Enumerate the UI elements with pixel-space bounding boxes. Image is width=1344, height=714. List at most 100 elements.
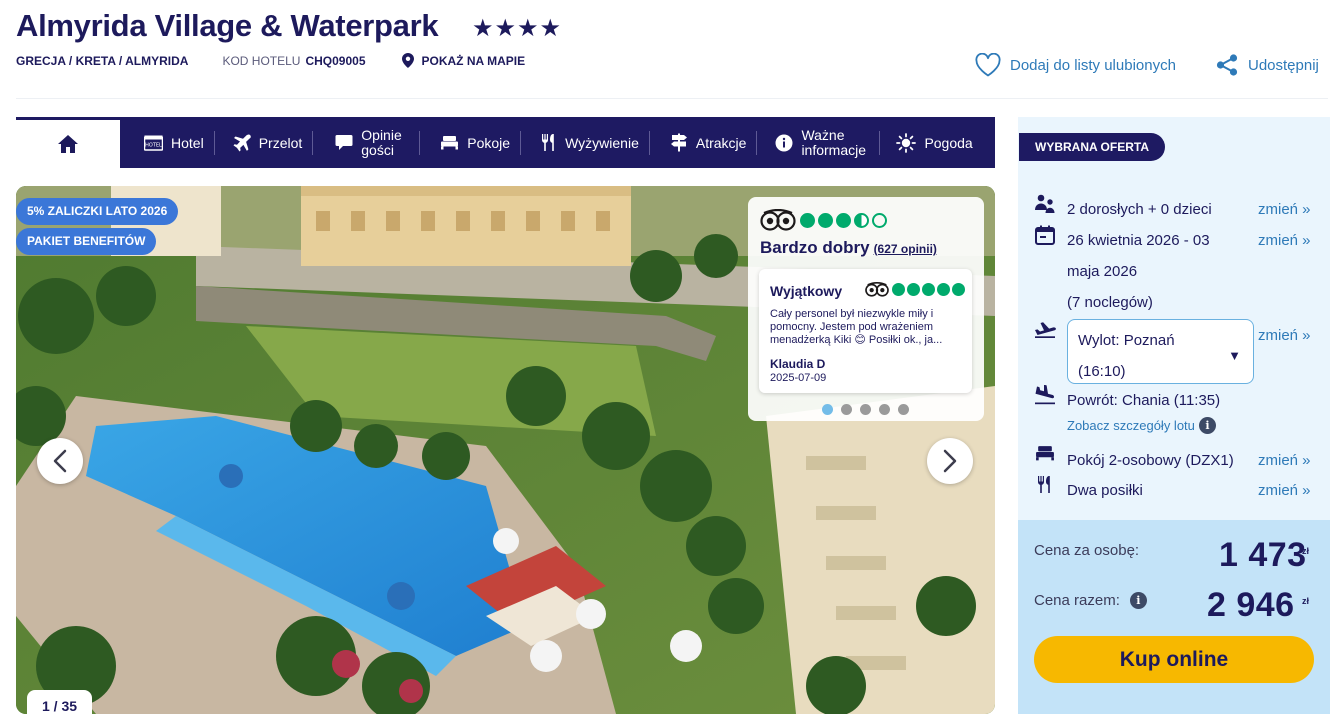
gallery-next-button[interactable] (927, 438, 973, 484)
rating-label: Bardzo dobry (627 opinii) (760, 238, 937, 258)
pager-dot[interactable] (822, 404, 833, 415)
review-item: Wyjątkowy Cały personel był niezwykle mi… (759, 269, 972, 393)
departure-line-1: Wylot: Poznań (1078, 332, 1175, 349)
show-on-map-link[interactable]: POKAŻ NA MAPIE (422, 54, 526, 68)
add-to-favorites-label: Dodaj do listy ulubionych (1010, 56, 1176, 74)
rating-dot (836, 212, 851, 228)
signpost-icon (670, 133, 688, 152)
tripadvisor-owl-icon (760, 209, 796, 231)
tripadvisor-review-card[interactable]: Bardzo dobry (627 opinii) Wyjątkowy Cały … (748, 197, 984, 421)
tab-weather-label: Pogoda (924, 134, 973, 151)
hotel-meta: GRECJA / KRETA / ALMYRIDA KOD HOTELU CHQ… (16, 53, 525, 68)
pager-dot[interactable] (841, 404, 852, 415)
review-pager (822, 404, 917, 415)
change-room-link[interactable]: zmień » (1258, 452, 1311, 469)
change-board-link[interactable]: zmień » (1258, 482, 1311, 499)
home-icon (58, 135, 78, 153)
departure-select[interactable]: Wylot: Poznań (16:10) ▼ (1067, 319, 1254, 384)
room-text: Pokój 2-osobowy (DZX1) (1067, 452, 1234, 469)
reviews-count-link[interactable]: (627 opinii) (874, 242, 937, 256)
tab-meals-label: Wyżywienie (565, 134, 639, 151)
change-guests-link[interactable]: zmień » (1258, 201, 1311, 218)
heart-icon (975, 53, 1001, 77)
bed-icon (440, 135, 459, 150)
tab-home[interactable] (16, 117, 120, 168)
gallery-counter: 1 / 35 (27, 690, 92, 714)
tab-attractions[interactable]: Atrakcje (650, 117, 757, 168)
tab-reviews[interactable]: Opinie gości (313, 117, 419, 168)
hotel-code: CHQ09005 (305, 53, 366, 68)
flight-details-link[interactable]: Zobacz szczegóły lotu i (1067, 417, 1216, 434)
currency-total: zł (1302, 596, 1310, 606)
tab-reviews-label: Opinie gości (361, 126, 402, 158)
rating-dot (922, 283, 935, 296)
hotel-code-label: KOD HOTELU (222, 53, 301, 68)
sun-icon (896, 132, 917, 153)
chevron-right-icon (943, 449, 957, 473)
rating-dot (937, 283, 950, 296)
change-dates-link[interactable]: zmień » (1258, 232, 1311, 249)
info-icon: i (1198, 417, 1216, 434)
tab-rooms-label: Pokoje (467, 134, 511, 151)
add-to-favorites-button[interactable]: Dodaj do listy ulubionych (975, 53, 1176, 77)
flight-details-label: Zobacz szczegóły lotu (1067, 418, 1195, 433)
tab-hotel[interactable]: HOTEL Hotel (120, 117, 214, 168)
buy-online-button[interactable]: Kup online (1034, 636, 1314, 683)
map-pin-icon[interactable] (401, 53, 414, 68)
tab-meals[interactable]: Wyżywienie (521, 117, 649, 168)
offer-return: Powrót: Chania (11:35) (1034, 385, 1220, 416)
chevron-left-icon (53, 449, 67, 473)
svg-text:HOTEL: HOTEL (145, 142, 162, 148)
price-per-person-label: Cena za osobę: (1034, 542, 1140, 559)
rating-dot (907, 283, 920, 296)
price-total-label-row: Cena razem: i (1034, 592, 1147, 609)
price-total: 2 946 (1207, 586, 1295, 624)
offer-board: Dwa posiłki (1034, 475, 1143, 506)
departure-line-2: (16:10) (1078, 363, 1126, 380)
landing-icon (1034, 385, 1056, 405)
dates-line-2: maja 2026 (1067, 263, 1138, 280)
tab-attractions-label: Atrakcje (695, 134, 747, 151)
rating-text: Bardzo dobry (760, 238, 870, 257)
info-icon[interactable]: i (1129, 592, 1147, 609)
guests-text: 2 dorosłych + 0 dzieci (1067, 201, 1212, 218)
tab-flight[interactable]: Przelot (215, 117, 313, 168)
tab-hotel-label: Hotel (171, 134, 204, 151)
review-title: Wyjątkowy (770, 283, 843, 299)
promo-badge-benefits: PAKIET BENEFITÓW (16, 228, 157, 255)
offer-room: Pokój 2-osobowy (DZX1) (1034, 445, 1234, 476)
tab-flight-label: Przelot (258, 134, 303, 151)
share-button[interactable]: Udostępnij (1215, 53, 1319, 77)
pager-dot[interactable] (860, 404, 871, 415)
change-departure-link[interactable]: zmień » (1258, 327, 1311, 344)
cutlery-icon (1034, 475, 1056, 494)
tripadvisor-owl-icon (865, 282, 889, 297)
rating-dot (952, 283, 965, 296)
cutlery-icon (541, 133, 557, 152)
takeoff-icon (1034, 320, 1056, 338)
review-date: 2025-07-09 (770, 372, 827, 384)
breadcrumb-location[interactable]: GRECJA / KRETA / ALMYRIDA (16, 54, 188, 68)
dates-line-1: 26 kwietnia 2026 - 03 (1067, 232, 1210, 249)
offer-dates: 26 kwietnia 2026 - 03 maja 2026 (7 nocle… (1034, 225, 1210, 318)
tab-weather[interactable]: Pogoda (880, 117, 982, 168)
tab-important-info[interactable]: Ważne informacje (757, 117, 879, 168)
tab-rooms[interactable]: Pokoje (420, 117, 520, 168)
hotel-stars: ★★★★ (472, 15, 563, 42)
promo-badge-deposit: 5% ZALICZKI LATO 2026 (16, 198, 179, 225)
plane-icon (233, 133, 251, 152)
gallery-prev-button[interactable] (37, 438, 83, 484)
header-divider (16, 98, 1328, 99)
pager-dot[interactable] (879, 404, 890, 415)
review-rating (865, 282, 967, 297)
speech-bubble-icon (335, 134, 353, 151)
pager-dot[interactable] (898, 404, 909, 415)
offer-departure-row (1034, 320, 1067, 338)
rating-dot (892, 283, 905, 296)
offer-guests: 2 dorosłych + 0 dzieci (1034, 194, 1212, 225)
review-text: Cały personel był niezwykle miły i pomoc… (770, 308, 943, 346)
calendar-icon (1034, 225, 1056, 245)
hotel-nav: HOTEL Hotel Przelot Opinie gości Pokoje … (16, 117, 995, 168)
nights-text: (7 noclegów) (1067, 294, 1153, 311)
rating-dot (854, 212, 869, 228)
